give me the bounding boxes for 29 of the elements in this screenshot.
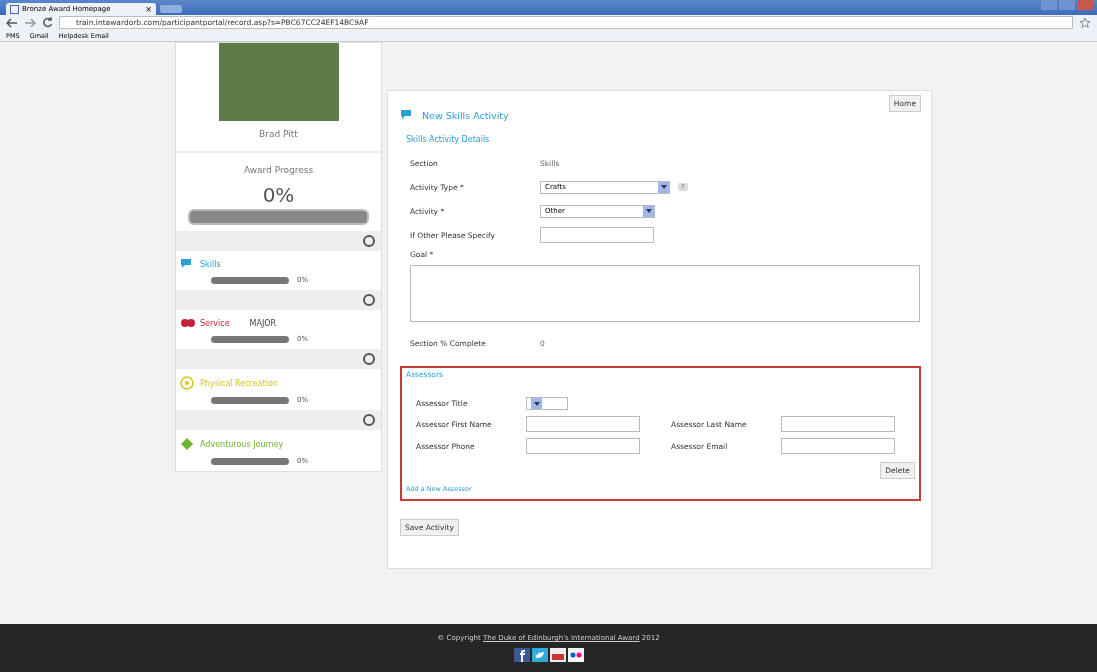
reload-icon[interactable] xyxy=(42,17,53,28)
input-field[interactable] xyxy=(526,416,640,432)
participant-name: Brad Pitt xyxy=(176,121,381,153)
goal-textarea[interactable] xyxy=(410,265,920,322)
tab-close-button[interactable]: × xyxy=(145,4,152,14)
bird-icon[interactable] xyxy=(531,648,548,662)
input-field[interactable] xyxy=(540,227,654,243)
section-link[interactable]: Service xyxy=(200,318,230,328)
major-tag: MAJOR xyxy=(249,318,277,328)
star-icon[interactable] xyxy=(1079,16,1091,29)
expand-icon[interactable] xyxy=(363,353,375,365)
input-field[interactable] xyxy=(781,416,895,432)
section-heading: Skills Activity Details xyxy=(406,135,490,144)
page-title: New Skills Activity xyxy=(422,109,509,121)
progress-value: 0% xyxy=(261,183,296,207)
progress-label: Award Progress xyxy=(242,165,315,175)
expand-icon[interactable] xyxy=(363,414,375,426)
input-field[interactable] xyxy=(781,438,895,454)
facebook-icon[interactable] xyxy=(513,648,530,662)
forward-arrow-icon[interactable] xyxy=(24,17,36,28)
dots-icon[interactable] xyxy=(567,648,584,662)
page-icon xyxy=(10,4,19,14)
expand-icon[interactable] xyxy=(363,235,375,247)
expand-icon[interactable] xyxy=(363,294,375,306)
dropdown[interactable] xyxy=(526,397,568,410)
input-field[interactable] xyxy=(526,438,640,454)
video-icon[interactable] xyxy=(549,648,566,662)
dropdown-arrow-icon xyxy=(531,398,542,409)
back-arrow-icon[interactable] xyxy=(6,17,18,28)
